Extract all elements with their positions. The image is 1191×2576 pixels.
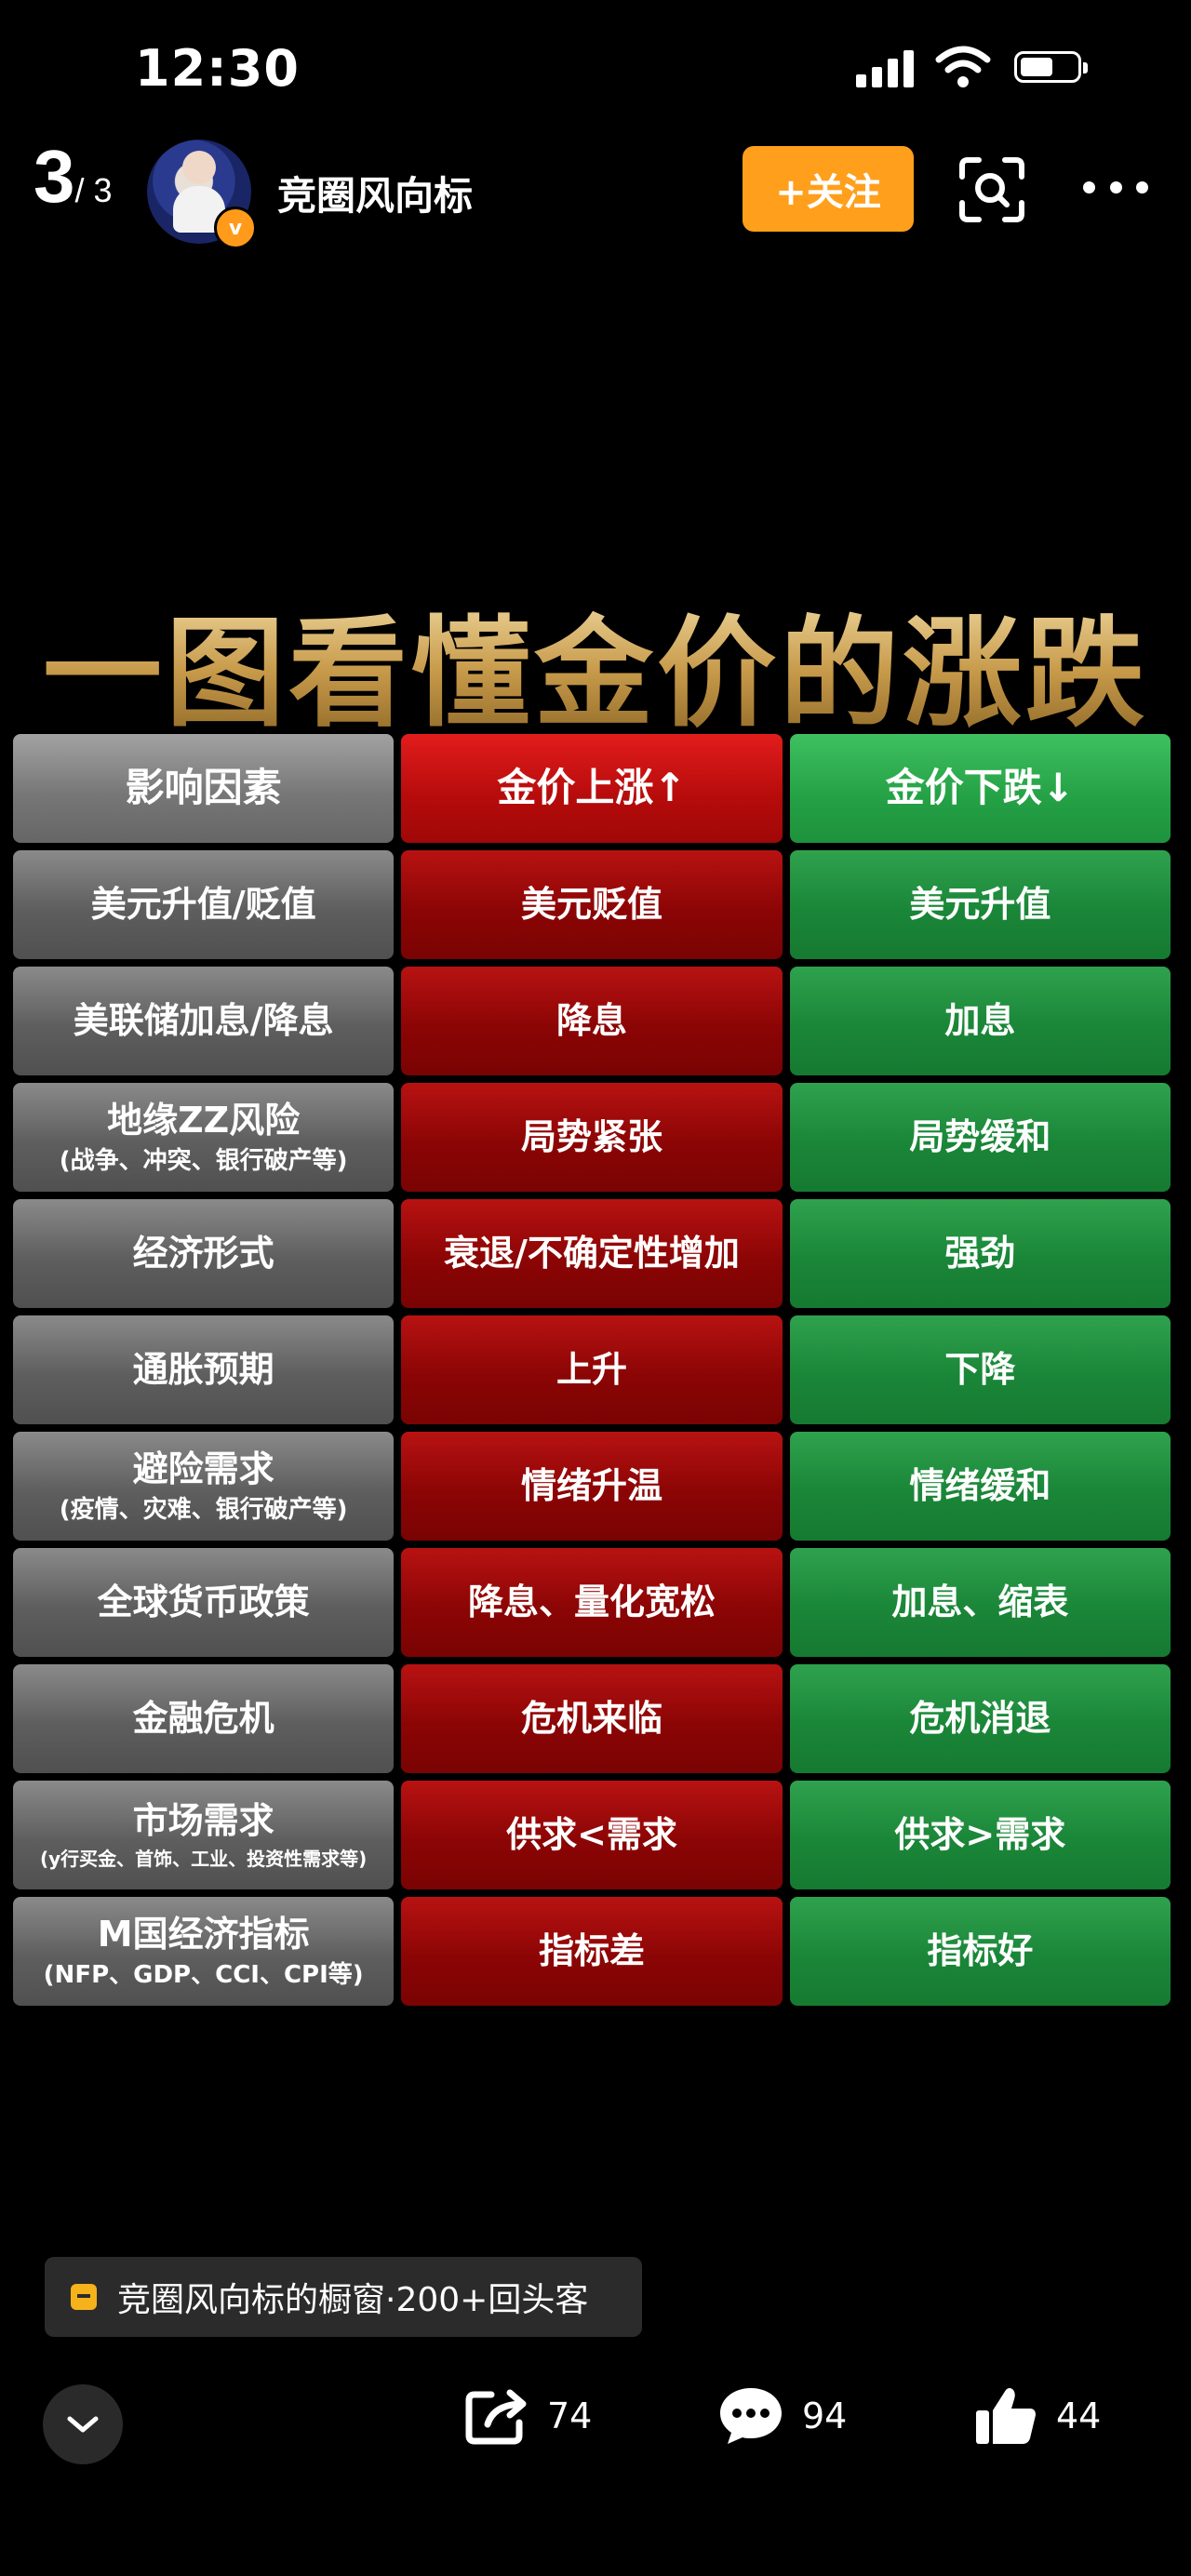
fall-cell: 强劲 (789, 1199, 1171, 1308)
like-button[interactable]: 44 (972, 2382, 1101, 2450)
factor-cell: 通胀预期 (13, 1315, 395, 1424)
rise-cell: 供求<需求 (401, 1781, 783, 1889)
factor-label: 全球货币政策 (97, 1581, 310, 1622)
comment-button[interactable]: 94 (716, 2382, 847, 2450)
battery-icon (1014, 51, 1088, 83)
page-current: 3 (33, 135, 75, 218)
table-header-row: 影响因素 金价上涨↑ 金价下跌↓ (13, 734, 1171, 843)
factor-note: (疫情、灾难、银行破产等) (59, 1496, 348, 1524)
username[interactable]: 竞圈风向标 (277, 165, 473, 221)
column-header-fall: 金价下跌↓ (789, 734, 1171, 843)
rise-cell: 指标差 (401, 1897, 783, 2006)
table-row: 市场需求 (y行买金、首饰、工业、投资性需求等) 供求<需求 供求>需求 (13, 1781, 1171, 1889)
table-row: 避险需求 (疫情、灾难、银行破产等) 情绪升温 情绪缓和 (13, 1432, 1171, 1541)
scan-icon[interactable] (958, 156, 1025, 223)
shop-banner-text: 竞圈风向标的橱窗·200+回头客 (117, 2281, 589, 2319)
factor-label: 金融危机 (132, 1697, 274, 1739)
share-count: 74 (547, 2396, 593, 2436)
table-row: 全球货币政策 降息、量化宽松 加息、缩表 (13, 1548, 1171, 1657)
factor-label: 避险需求 (132, 1448, 274, 1489)
factor-cell: 全球货币政策 (13, 1548, 395, 1657)
rise-cell: 降息、量化宽松 (401, 1548, 783, 1657)
rise-cell: 上升 (401, 1315, 783, 1424)
collapse-button[interactable] (43, 2384, 123, 2464)
factor-cell: 经济形式 (13, 1199, 395, 1308)
rise-cell: 危机来临 (401, 1664, 783, 1773)
more-icon[interactable] (1083, 181, 1148, 194)
fall-cell: 供求>需求 (789, 1781, 1171, 1889)
comment-count: 94 (802, 2396, 848, 2436)
rise-cell: 降息 (401, 967, 783, 1075)
fall-cell: 危机消退 (789, 1664, 1171, 1773)
column-header-rise: 金价上涨↑ (401, 734, 783, 843)
fall-cell: 加息 (789, 967, 1171, 1075)
table-row: 美联储加息/降息 降息 加息 (13, 967, 1171, 1075)
factor-label: 美联储加息/降息 (73, 999, 334, 1041)
factor-note: (战争、冲突、银行破产等) (59, 1147, 348, 1175)
rise-cell: 情绪升温 (401, 1432, 783, 1541)
thumbs-up-icon (976, 2388, 1036, 2444)
fall-cell: 指标好 (789, 1897, 1171, 2006)
column-header-factor: 影响因素 (13, 734, 395, 843)
factor-cell: 市场需求 (y行买金、首饰、工业、投资性需求等) (13, 1781, 395, 1889)
fall-cell: 局势缓和 (789, 1083, 1171, 1192)
factor-label: 市场需求 (132, 1800, 274, 1842)
factor-label: 通胀预期 (132, 1348, 274, 1390)
page-total: / 3 (74, 171, 113, 209)
factor-cell: 美联储加息/降息 (13, 967, 395, 1075)
wifi-icon (935, 46, 991, 87)
factor-note: (y行买金、首饰、工业、投资性需求等) (40, 1847, 368, 1870)
rise-cell: 衰退/不确定性增加 (401, 1199, 783, 1308)
shop-banner[interactable]: 竞圈风向标的橱窗·200+回头客 (45, 2257, 642, 2337)
follow-button[interactable]: +关注 (743, 146, 914, 232)
infographic-title: 一图看懂金价的涨跌 (37, 577, 1154, 749)
table-row: 美元升值/贬值 美元贬值 美元升值 (13, 850, 1171, 959)
share-button[interactable]: 74 (463, 2382, 592, 2450)
fall-cell: 美元升值 (789, 850, 1171, 959)
factor-label: 经济形式 (132, 1232, 274, 1274)
table-row: 地缘ZZ风险 (战争、冲突、银行破产等) 局势紧张 局势缓和 (13, 1083, 1171, 1192)
factor-cell: 避险需求 (疫情、灾难、银行破产等) (13, 1432, 395, 1541)
page-counter: 3/ 3 (33, 140, 113, 214)
factor-cell: 美元升值/贬值 (13, 850, 395, 959)
like-count: 44 (1056, 2396, 1102, 2436)
factor-cell: 金融危机 (13, 1664, 395, 1773)
verified-badge-icon: v (214, 207, 257, 249)
rise-cell: 局势紧张 (401, 1083, 783, 1192)
signal-icon (856, 48, 916, 87)
comment-icon (720, 2388, 782, 2444)
fall-cell: 下降 (789, 1315, 1171, 1424)
rise-cell: 美元贬值 (401, 850, 783, 959)
factor-label: M国经济指标 (97, 1913, 310, 1955)
factor-label: 美元升值/贬值 (90, 883, 316, 925)
gold-price-table: 影响因素 金价上涨↑ 金价下跌↓ 美元升值/贬值 美元贬值 美元升值 美联储加息… (13, 734, 1171, 2013)
factor-label: 地缘ZZ风险 (107, 1099, 301, 1141)
chevron-down-icon (67, 2416, 99, 2433)
table-row: M国经济指标 (NFP、GDP、CCI、CPI等) 指标差 指标好 (13, 1897, 1171, 2006)
shop-icon (71, 2284, 97, 2310)
fall-cell: 加息、缩表 (789, 1548, 1171, 1657)
factor-cell: M国经济指标 (NFP、GDP、CCI、CPI等) (13, 1897, 395, 2006)
factor-note: (NFP、GDP、CCI、CPI等) (43, 1961, 364, 1989)
table-row: 经济形式 衰退/不确定性增加 强劲 (13, 1199, 1171, 1308)
share-icon (465, 2389, 527, 2445)
table-row: 通胀预期 上升 下降 (13, 1315, 1171, 1424)
fall-cell: 情绪缓和 (789, 1432, 1171, 1541)
table-row: 金融危机 危机来临 危机消退 (13, 1664, 1171, 1773)
status-time: 12:30 (135, 39, 300, 98)
factor-cell: 地缘ZZ风险 (战争、冲突、银行破产等) (13, 1083, 395, 1192)
